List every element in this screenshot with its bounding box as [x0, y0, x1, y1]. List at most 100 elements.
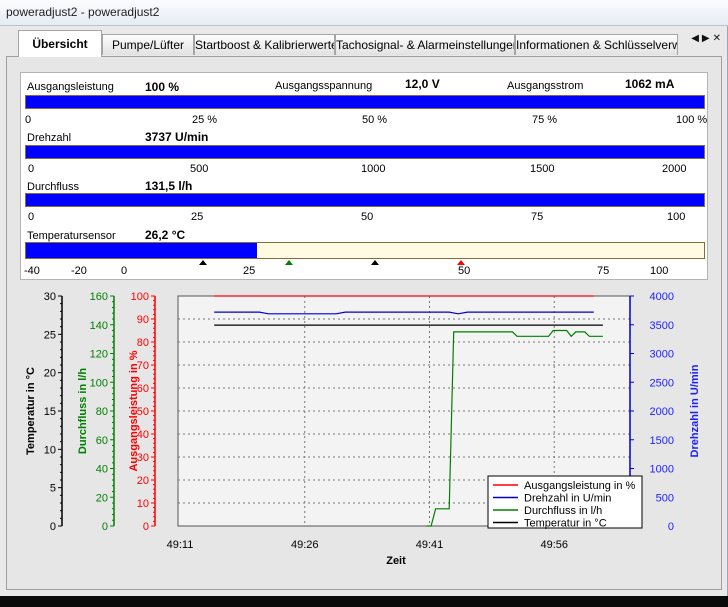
durchfluss-tick-4: 100	[667, 211, 686, 223]
tab-uebersicht[interactable]: Übersicht	[18, 30, 102, 57]
temperatur-tick-label-5: 25	[44, 329, 56, 341]
ausgangsleistung-tick-label-10: 100	[131, 291, 149, 303]
legend-entry-3: Temperatur in °C	[524, 518, 607, 530]
temperatur-axis-label: Temperatur in °C	[25, 367, 37, 455]
temperatursensor-tick-0: -40	[24, 265, 40, 277]
durchfluss-tick-label-6: 120	[90, 349, 108, 361]
drehzahl-fill	[26, 146, 704, 158]
ausgangsleistung-tick-3: 75 %	[532, 114, 558, 126]
durchfluss-tick-label-8: 160	[90, 291, 108, 303]
durchfluss-tick-label-4: 80	[96, 406, 108, 418]
ausgangsleistung-axis-label: Ausgangsleistung in %	[128, 350, 140, 471]
ausgangsleistung-value: 100 %	[145, 80, 180, 94]
ausgangsleistung-tick-label-1: 10	[137, 498, 149, 510]
temperatursensor-tick-6: 100	[650, 265, 669, 277]
drehzahl-axis-label: Drehzahl in U/min	[689, 364, 701, 457]
temperature-marker-green	[285, 260, 293, 265]
x-tick-label-1: 49:26	[291, 539, 319, 551]
temperature-marker-black-1	[199, 260, 207, 265]
drehzahl-bar	[25, 145, 705, 159]
temperatursensor-tick-4: 50	[458, 265, 471, 277]
drehzahl-tick-4: 2000	[662, 163, 687, 175]
ausgangsleistung-tick-0: 0	[25, 114, 32, 126]
temperatur-tick-label-2: 10	[44, 444, 56, 456]
ausgangsleistung-tick-2: 50 %	[362, 114, 388, 126]
durchfluss-tick-0: 0	[28, 211, 35, 223]
drehzahl-tick-2: 1000	[361, 163, 386, 175]
temperatursensor-bar	[25, 242, 705, 259]
durchfluss-tick-1: 25	[191, 211, 204, 223]
temperature-marker-black-2	[371, 260, 379, 265]
temperatursensor-tick-3: 25	[243, 265, 256, 277]
ausgangsleistung-fill	[26, 96, 704, 108]
durchfluss-label: Durchfluss	[27, 181, 79, 193]
drehzahl-tick-label-5: 2500	[650, 377, 674, 389]
durchfluss-value: 131,5 l/h	[145, 179, 193, 193]
window-title: poweradjust2 - poweradjust2	[6, 5, 160, 19]
app-window: poweradjust2 - poweradjust2 Übersicht Pu…	[0, 0, 728, 596]
ausgangsleistung-tick-label-9: 90	[137, 314, 149, 326]
legend-entry-2: Durchfluss in l/h	[524, 505, 602, 517]
tab-tachosignal[interactable]: Tachosignal- & Alarmeinstellungen	[335, 34, 515, 55]
ausgangsleistung-tick-4: 100 %	[676, 114, 708, 126]
gauges-box: Ausgangsleistung 100 % Ausgangsspannung …	[20, 72, 708, 280]
temperatursensor-value: 26,2 °C	[145, 228, 186, 242]
legend-entry-0: Ausgangsleistung in %	[524, 480, 636, 492]
x-tick-label-0: 49:11	[167, 539, 194, 551]
temperatursensor-tick-1: -20	[71, 265, 87, 277]
tab-startboost[interactable]: Startboost & Kalibrierwerte	[194, 34, 335, 55]
ausgangsspannung-value: 12,0 V	[405, 77, 440, 91]
drehzahl-tick-0: 0	[28, 163, 35, 175]
ausgangsleistung-tick-1: 25 %	[192, 114, 218, 126]
taskbar-strip	[0, 596, 728, 607]
ausgangsleistung-label: Ausgangsleistung	[27, 81, 114, 93]
x-tick-label-3: 49:56	[540, 539, 568, 551]
drehzahl-tick-label-3: 1500	[650, 435, 674, 447]
drehzahl-tick-label-7: 3500	[650, 320, 674, 332]
drehzahl-value: 3737 U/min	[145, 130, 209, 144]
drehzahl-tick-label-6: 3000	[650, 349, 674, 361]
temperatur-tick-label-3: 15	[44, 406, 56, 418]
ausgangsleistung-bar	[25, 95, 705, 109]
drehzahl-tick-label-0: 0	[668, 521, 674, 533]
close-icon[interactable]: ✕	[713, 33, 724, 44]
durchfluss-tick-label-5: 100	[90, 377, 108, 389]
durchfluss-axis-label: Durchfluss in l/h	[77, 368, 89, 454]
durchfluss-tick-label-2: 40	[96, 464, 108, 476]
temperatursensor-label: Temperatursensor	[27, 230, 116, 242]
title-bar: poweradjust2 - poweradjust2	[0, 0, 728, 26]
durchfluss-tick-3: 75	[531, 211, 544, 223]
tab-scroll-left-icon[interactable]: ◀	[691, 33, 702, 44]
history-chart-svg: 49:11 49:26 49:41 49:56 Zeit 0 5 10 15 20 25 30 Temp…	[25, 291, 701, 567]
durchfluss-bar	[25, 193, 705, 207]
ausgangsstrom-label: Ausgangsstrom	[507, 80, 584, 92]
drehzahl-tick-label-4: 2000	[650, 406, 674, 418]
tab-strip: Übersicht Pumpe/Lüfter Startboost & Kali…	[0, 30, 728, 57]
ausgangsleistung-tick-label-8: 80	[137, 337, 149, 349]
ausgangsleistung-tick-label-0: 0	[143, 521, 149, 533]
drehzahl-tick-1: 500	[190, 163, 209, 175]
drehzahl-tick-3: 1500	[530, 163, 555, 175]
temperatur-tick-label-0: 0	[50, 521, 56, 533]
temperatur-tick-label-1: 5	[50, 483, 56, 495]
durchfluss-fill	[26, 194, 704, 206]
drehzahl-label: Drehzahl	[27, 132, 72, 144]
tab-pumpe-luefter[interactable]: Pumpe/Lüfter	[102, 34, 194, 55]
temperatursensor-fill	[26, 243, 257, 258]
durchfluss-tick-label-0: 0	[102, 521, 108, 533]
drehzahl-tick-label-1: 500	[656, 492, 674, 504]
ausgangsstrom-value: 1062 mA	[625, 77, 675, 91]
durchfluss-tick-label-1: 20	[96, 492, 108, 504]
tab-informationen[interactable]: Informationen & Schlüsselverwalt	[515, 34, 678, 55]
temperatur-tick-label-6: 30	[44, 291, 56, 303]
durchfluss-tick-2: 50	[361, 211, 374, 223]
tab-scroll-right-icon[interactable]: ▶	[702, 33, 713, 44]
durchfluss-tick-label-3: 60	[96, 435, 108, 447]
history-chart: 49:11 49:26 49:41 49:56 Zeit 0 5 10 15 20 25 30 Temp…	[20, 284, 708, 584]
tab-scroll-controls: ◀▶✕	[691, 33, 724, 44]
x-axis-label: Zeit	[386, 555, 406, 567]
temperatursensor-tick-5: 75	[597, 265, 610, 277]
drehzahl-tick-label-8: 4000	[650, 291, 674, 303]
ausgangsleistung-tick-label-2: 20	[137, 475, 149, 487]
legend-entry-1: Drehzahl in U/min	[524, 493, 611, 505]
